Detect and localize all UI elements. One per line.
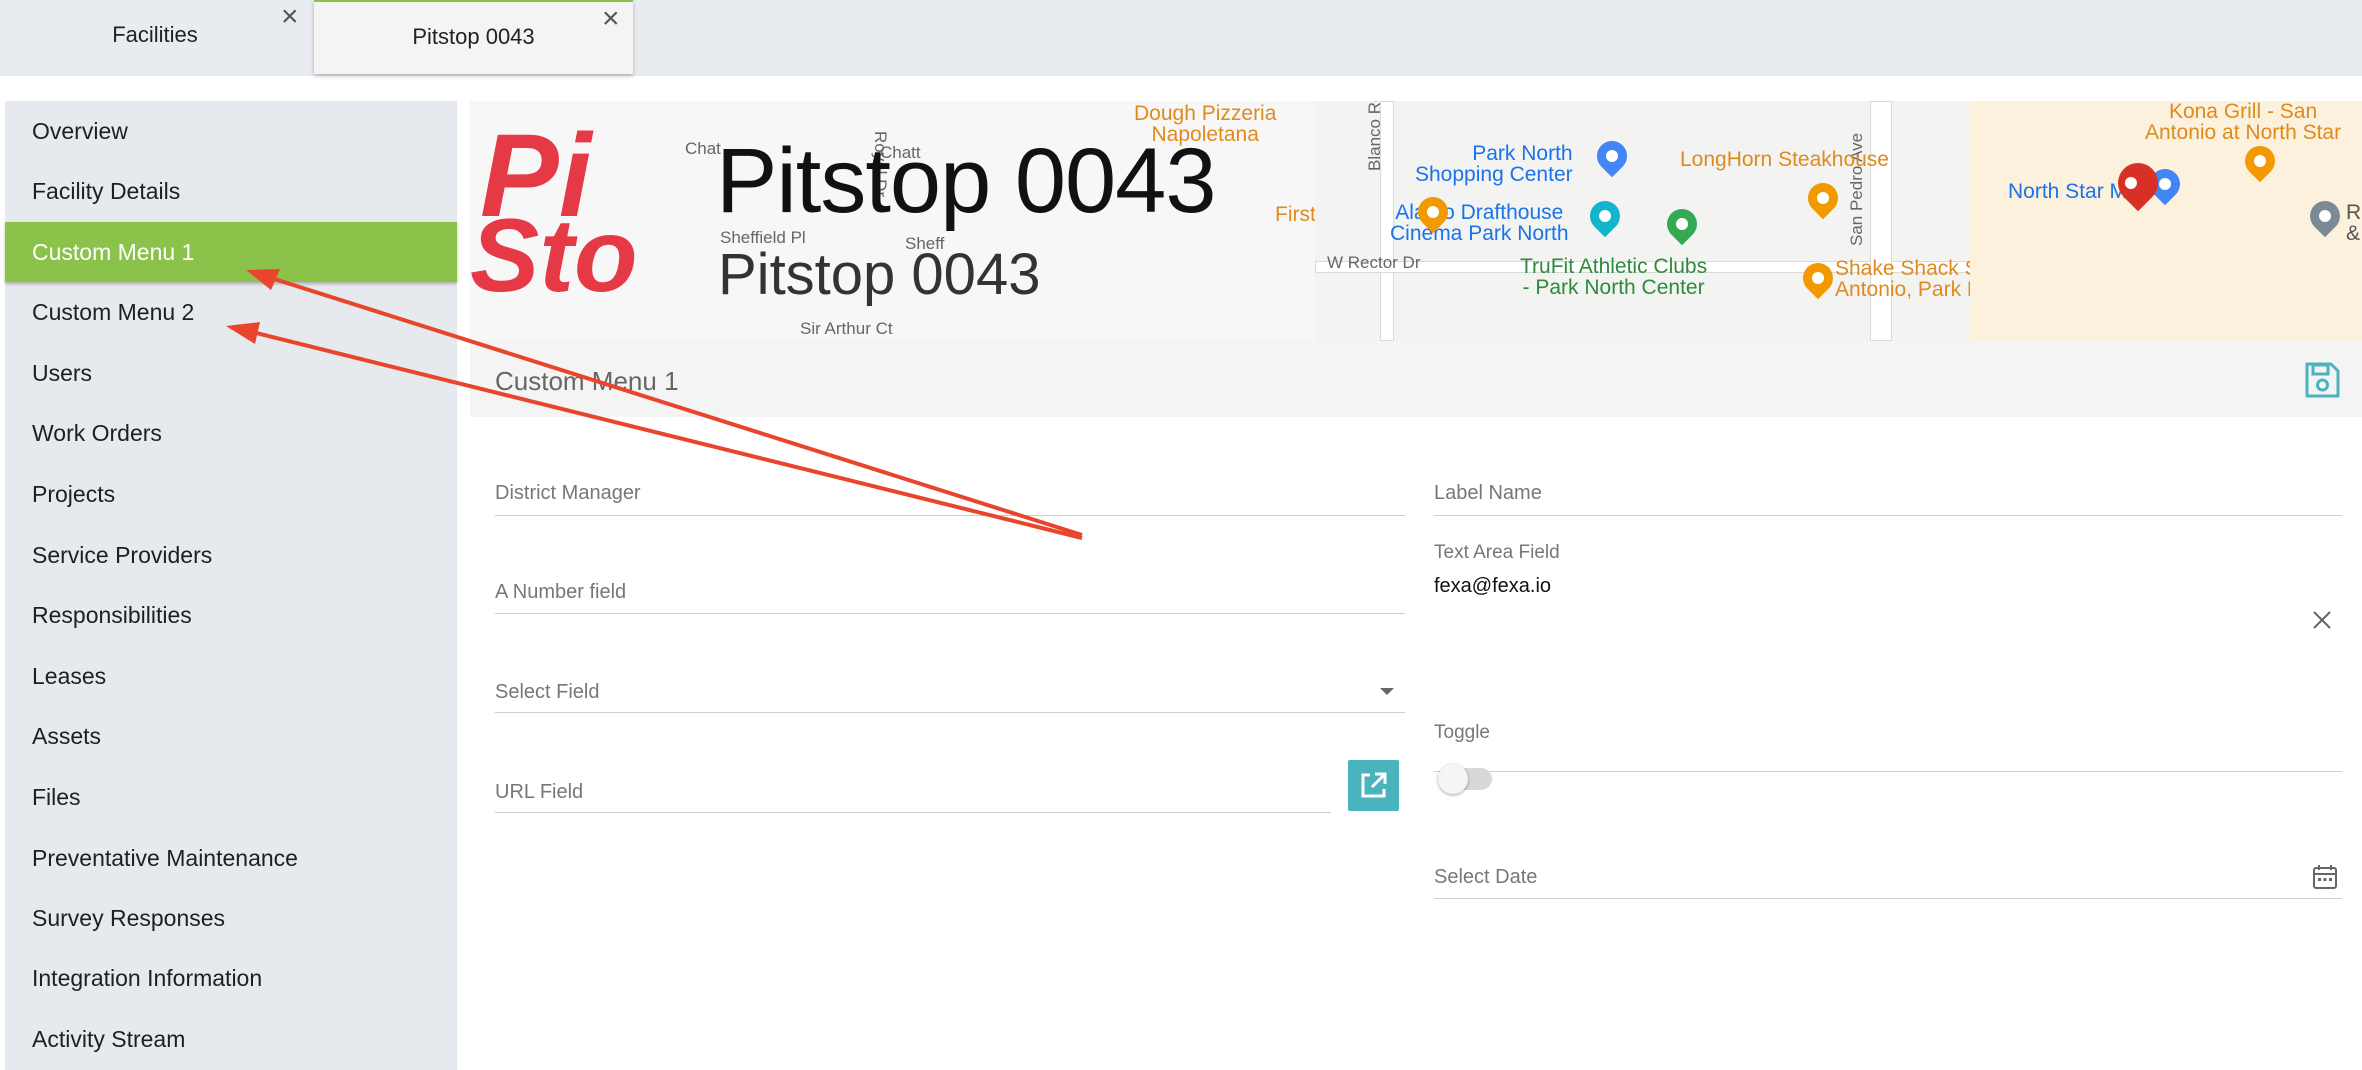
caret-down-icon[interactable] bbox=[1379, 687, 1395, 697]
text-area-field[interactable]: fexa@fexa.io bbox=[1434, 566, 2342, 772]
sidebar-item-work-orders[interactable]: Work Orders bbox=[5, 403, 457, 463]
number-field[interactable]: A Number field bbox=[495, 574, 1405, 614]
text-area-value[interactable]: fexa@fexa.io bbox=[1434, 575, 1551, 598]
sidebar-item-activity-stream[interactable]: Activity Stream bbox=[5, 1009, 457, 1069]
text-area-label: Text Area Field bbox=[1434, 542, 1560, 563]
sidebar-item-assets[interactable]: Assets bbox=[5, 706, 457, 766]
facility-banner: Sheffield Pl Sir Arthur Ct Chat Chatt Sh… bbox=[470, 101, 2362, 341]
sidebar-item-preventative-maintenance[interactable]: Preventative Maintenance bbox=[5, 828, 457, 888]
pitstop-logo: Pi Sto bbox=[470, 110, 638, 301]
save-icon[interactable] bbox=[2302, 360, 2342, 400]
map-street-label: W Rector Dr bbox=[1327, 253, 1421, 272]
map-place-alamo-drafthouse[interactable]: Alamo Drafthouse Cinema Park North bbox=[1390, 202, 1569, 244]
sidebar: Overview Facility Details Custom Menu 1 … bbox=[5, 101, 457, 1070]
external-link-icon bbox=[1361, 772, 1387, 798]
calendar-icon[interactable] bbox=[2312, 864, 2338, 890]
sidebar-item-custom-menu-2[interactable]: Custom Menu 2 bbox=[5, 282, 457, 342]
sidebar-item-users[interactable]: Users bbox=[5, 343, 457, 403]
tab-pitstop-0043[interactable]: Pitstop 0043 × bbox=[314, 0, 633, 74]
select-field[interactable]: Select Field bbox=[495, 673, 1405, 713]
map-place-trufit[interactable]: TruFit Athletic Clubs - Park North Cente… bbox=[1520, 256, 1707, 298]
toggle-knob bbox=[1438, 764, 1468, 794]
map-pin-cinema-icon bbox=[1583, 194, 1627, 238]
tab-bar: Facilities × Pitstop 0043 × bbox=[0, 0, 2362, 76]
sidebar-item-projects[interactable]: Projects bbox=[5, 464, 457, 524]
logo-text-sto: Sto bbox=[470, 198, 638, 301]
label-name-label: Label Name bbox=[1434, 482, 1542, 504]
toggle-switch[interactable] bbox=[1438, 764, 1492, 794]
map-pin-gym-icon bbox=[1660, 202, 1704, 246]
section-title: Custom Menu 1 bbox=[495, 366, 679, 396]
map-street-label: Blanco Rd bbox=[1365, 101, 1384, 171]
open-url-button[interactable] bbox=[1348, 760, 1399, 811]
tab-label: Facilities bbox=[112, 22, 198, 47]
map-background-mall: Kona Grill - San Antonio at North Star N… bbox=[1970, 101, 2362, 341]
sidebar-item-facility-details[interactable]: Facility Details bbox=[5, 161, 457, 221]
sidebar-item-custom-menu-1[interactable]: Custom Menu 1 bbox=[5, 222, 457, 282]
select-date-field[interactable]: Select Date bbox=[1434, 859, 2342, 899]
sidebar-item-service-providers[interactable]: Service Providers bbox=[5, 525, 457, 585]
tab-facilities[interactable]: Facilities × bbox=[0, 0, 310, 76]
sidebar-item-integration-information[interactable]: Integration Information bbox=[5, 948, 457, 1008]
close-icon[interactable] bbox=[2312, 610, 2332, 630]
map-pin-place-icon bbox=[2303, 194, 2347, 238]
tab-label: Pitstop 0043 bbox=[412, 24, 535, 49]
url-field[interactable]: URL Field bbox=[495, 773, 1331, 813]
map-place-park-north[interactable]: Park North Shopping Center bbox=[1415, 143, 1573, 185]
district-manager-label: District Manager bbox=[495, 482, 641, 504]
url-field-label: URL Field bbox=[495, 781, 584, 803]
sidebar-item-files[interactable]: Files bbox=[5, 767, 457, 827]
label-name-field[interactable]: Label Name bbox=[1434, 476, 2342, 516]
sidebar-item-overview[interactable]: Overview bbox=[5, 101, 457, 161]
sidebar-item-responsibilities[interactable]: Responsibilities bbox=[5, 585, 457, 645]
sidebar-item-survey-responses[interactable]: Survey Responses bbox=[5, 888, 457, 948]
map-place-kona-grill[interactable]: Kona Grill - San Antonio at North Star bbox=[2145, 101, 2341, 143]
map-road bbox=[1870, 101, 1892, 341]
map-pin-shopping-icon bbox=[1590, 134, 1634, 178]
district-manager-field[interactable]: District Manager bbox=[495, 476, 1405, 516]
map-background-left: Sheffield Pl Sir Arthur Ct Chat Chatt Sh… bbox=[470, 101, 1380, 341]
sidebar-item-leases[interactable]: Leases bbox=[5, 646, 457, 706]
page-title: Pitstop 0043 bbox=[716, 130, 1216, 232]
map-street-label: Sir Arthur Ct bbox=[800, 319, 893, 338]
number-field-label: A Number field bbox=[495, 581, 627, 603]
page-subtitle: Pitstop 0043 bbox=[718, 242, 1041, 307]
toggle-label: Toggle bbox=[1434, 722, 1490, 743]
map-place-longhorn[interactable]: LongHorn Steakhouse bbox=[1680, 149, 1889, 170]
map-pin-restaurant-icon bbox=[2238, 139, 2282, 183]
section-header: Custom Menu 1 bbox=[470, 341, 2362, 417]
select-field-label: Select Field bbox=[495, 681, 600, 703]
main-content: Sheffield Pl Sir Arthur Ct Chat Chatt Sh… bbox=[458, 76, 2362, 1070]
map-pin-restaurant-icon bbox=[1801, 176, 1845, 220]
select-date-label: Select Date bbox=[1434, 866, 1538, 888]
close-icon[interactable]: × bbox=[602, 4, 620, 34]
close-icon[interactable]: × bbox=[281, 2, 299, 32]
map-place-edge[interactable]: R & bbox=[2346, 202, 2361, 244]
